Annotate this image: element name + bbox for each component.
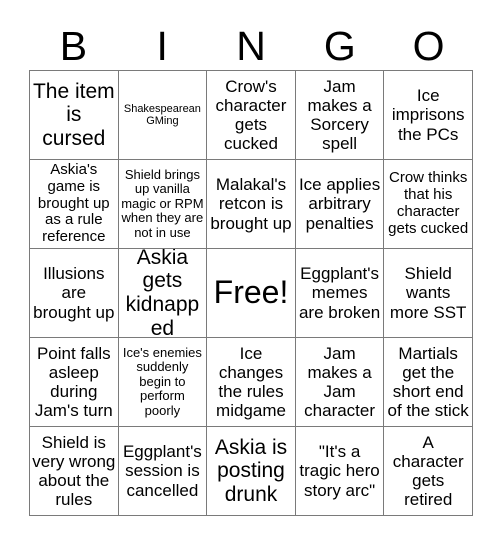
- bingo-cell[interactable]: Shield brings up vanilla magic or RPM wh…: [118, 160, 208, 249]
- bingo-cell-label: Eggplant's memes are broken: [298, 264, 381, 322]
- bingo-cell-label: Jam makes a Jam character: [304, 343, 376, 421]
- bingo-cell-label: Crow thinks that his character gets cuck…: [388, 169, 469, 237]
- bingo-grid: The item is cursed Shakespearean GMing Cro…: [29, 70, 473, 516]
- bingo-cell[interactable]: Crow's character gets cucked: [207, 71, 296, 160]
- bingo-cell-label: Shield is very wrong about the rules: [32, 432, 116, 510]
- bingo-cell-label: Shakespearean GMing: [123, 102, 201, 127]
- bingo-cell[interactable]: Ice's enemies suddenly begin to perform …: [118, 338, 208, 427]
- bingo-cell-label: Askia gets kidnapped: [125, 249, 200, 338]
- bingo-header-letter-n: N: [236, 22, 266, 69]
- bingo-cell-label: Free!: [213, 274, 289, 311]
- bingo-cell-label: Crow's character gets cucked: [215, 76, 287, 154]
- bingo-cell-label: Ice changes the rules midgame: [216, 343, 286, 421]
- bingo-cell[interactable]: Shield is very wrong about the rules: [30, 427, 119, 516]
- bingo-cell[interactable]: Askia's game is brought up as a rule ref…: [30, 160, 119, 249]
- bingo-cell[interactable]: Point falls asleep during Jam's turn: [30, 338, 119, 427]
- bingo-header-letter-g: G: [323, 22, 356, 69]
- bingo-cell-label: Point falls asleep during Jam's turn: [34, 343, 113, 421]
- bingo-cell[interactable]: Eggplant's session is cancelled: [118, 427, 208, 516]
- bingo-cell-label: Illusions are brought up: [33, 264, 115, 322]
- bingo-cell[interactable]: Martials get the short end of the stick: [384, 338, 473, 427]
- bingo-cell[interactable]: A character gets retired: [384, 427, 473, 516]
- bingo-card: B I N G O The item is cursed Shakespearea…: [0, 0, 500, 544]
- bingo-cell[interactable]: Malakal's retcon is brought up: [207, 160, 296, 249]
- bingo-header-letter-i: I: [156, 22, 168, 69]
- bingo-cell[interactable]: Ice applies arbitrary penalties: [295, 160, 385, 249]
- bingo-header-row: B I N G O: [29, 22, 473, 70]
- bingo-cell-label: The item is cursed: [32, 79, 115, 150]
- bingo-cell-label: Ice applies arbitrary penalties: [298, 175, 381, 233]
- bingo-cell-label: Ice imprisons the PCs: [391, 86, 465, 144]
- bingo-cell[interactable]: Eggplant's memes are broken: [295, 249, 385, 338]
- bingo-cell-label: Askia is posting drunk: [214, 435, 288, 506]
- bingo-cell-label: A character gets retired: [392, 432, 464, 510]
- bingo-cell-label: Eggplant's session is cancelled: [122, 442, 202, 500]
- bingo-cell[interactable]: Illusions are brought up: [30, 249, 119, 338]
- bingo-cell[interactable]: Ice imprisons the PCs: [384, 71, 473, 160]
- bingo-cell[interactable]: Crow thinks that his character gets cuck…: [384, 160, 473, 249]
- bingo-cell-label: Ice's enemies suddenly begin to perform …: [122, 344, 202, 418]
- bingo-cell-label: Askia's game is brought up as a rule ref…: [37, 161, 110, 246]
- bingo-cell[interactable]: Shield wants more SST: [384, 249, 473, 338]
- bingo-cell-label: Martials get the short end of the stick: [387, 343, 469, 421]
- bingo-cell-label: Shield wants more SST: [389, 264, 467, 322]
- bingo-cell[interactable]: The item is cursed: [30, 71, 119, 160]
- bingo-header-letter-o: O: [412, 22, 445, 69]
- bingo-header-letter-b: B: [59, 22, 88, 69]
- bingo-cell-label: Malakal's retcon is brought up: [210, 175, 292, 233]
- bingo-cell[interactable]: "It's a tragic hero story arc": [295, 427, 385, 516]
- bingo-cell[interactable]: Askia is posting drunk: [207, 427, 296, 516]
- bingo-cell-label: "It's a tragic hero story arc": [299, 442, 380, 500]
- bingo-cell[interactable]: Jam makes a Sorcery spell: [295, 71, 385, 160]
- bingo-cell[interactable]: Jam makes a Jam character: [295, 338, 385, 427]
- bingo-cell-label: Shield brings up vanilla magic or RPM wh…: [121, 166, 204, 240]
- bingo-cell[interactable]: Ice changes the rules midgame: [207, 338, 296, 427]
- bingo-cell[interactable]: Askia gets kidnapped: [118, 249, 208, 338]
- bingo-cell[interactable]: Shakespearean GMing: [118, 71, 208, 160]
- bingo-cell-label: Jam makes a Sorcery spell: [307, 76, 372, 154]
- bingo-cell[interactable]: Free!: [207, 249, 296, 338]
